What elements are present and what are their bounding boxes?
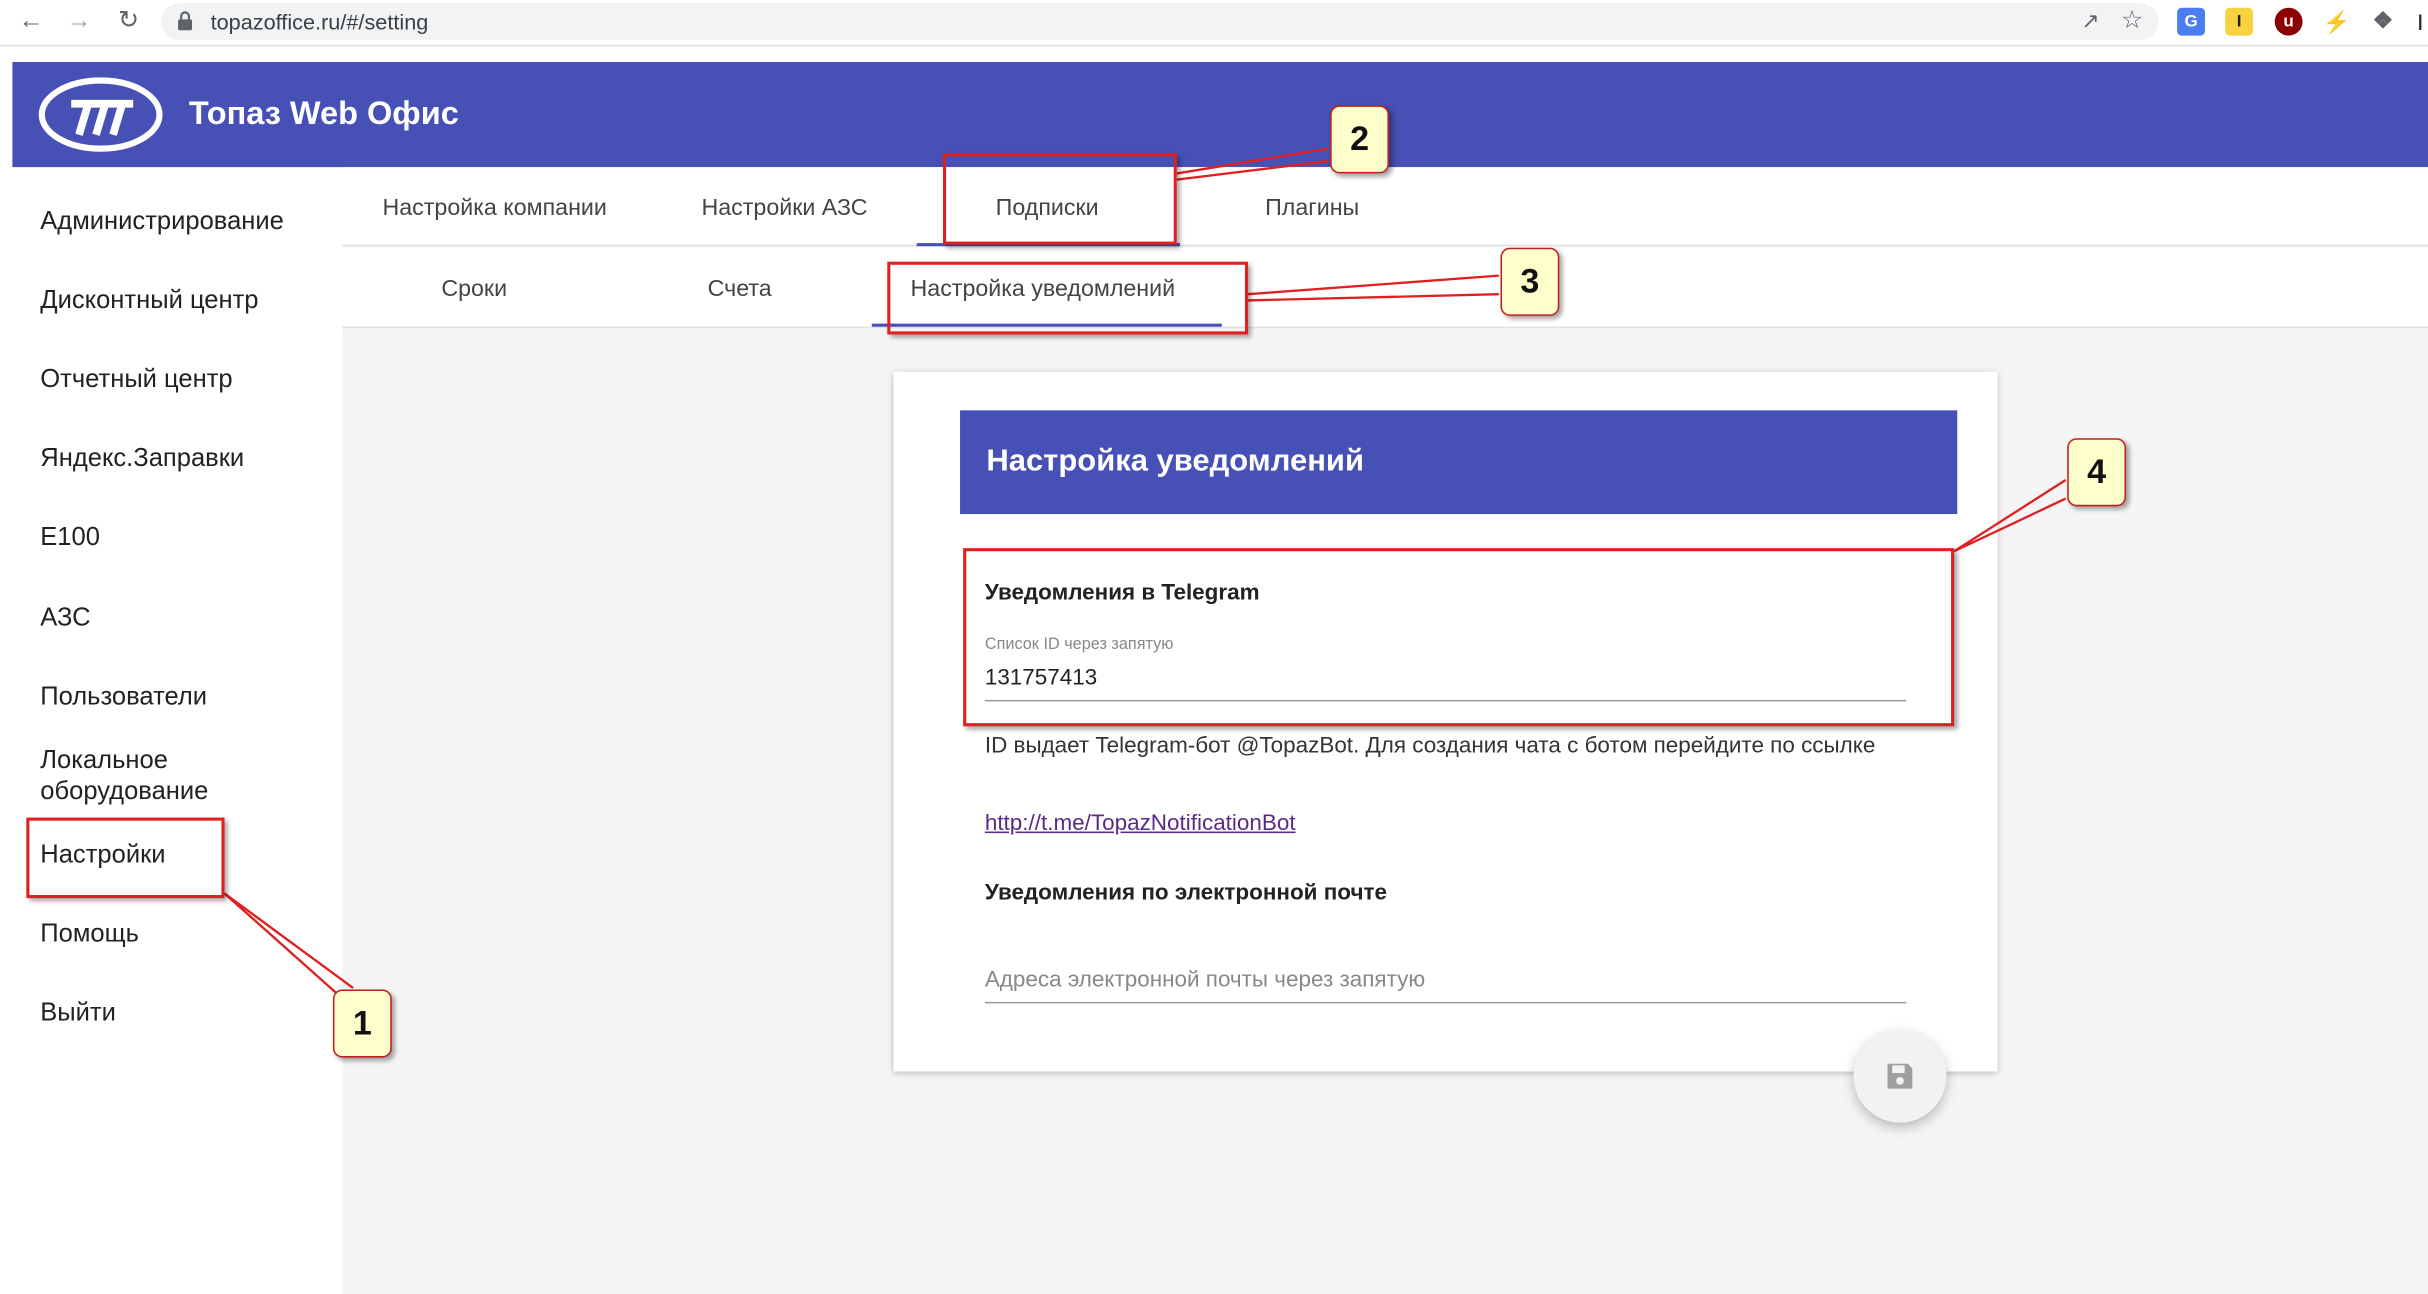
highlight-notification-subtab (887, 261, 1249, 335)
highlight-settings (26, 817, 225, 899)
email-addresses-input[interactable]: Адреса электронной почты через запятую (985, 968, 1425, 993)
email-addresses-underline (984, 1001, 1907, 1004)
app-title: Топаз Web Офис (188, 96, 459, 132)
tab-plugins[interactable]: Плагины (1265, 195, 1359, 221)
bolt-extension-icon[interactable]: ⚡ (2323, 8, 2351, 36)
address-bar[interactable]: topazoffice.ru/#/setting ↗ ☆ (161, 3, 2159, 41)
callout-4: 4 (2067, 438, 2127, 507)
reload-icon[interactable]: ↻ (111, 5, 145, 39)
yellow-extension-icon[interactable]: I (2225, 7, 2254, 36)
email-section-title: Уведомления по электронной почте (984, 881, 1387, 906)
sidebar-item-discount-center[interactable]: Дисконтный центр (40, 285, 258, 316)
sidebar-item-yandex-zapravki[interactable]: Яндекс.Заправки (40, 443, 244, 474)
profile-icon[interactable]: | (2413, 8, 2428, 36)
sidebar-item-e100[interactable]: E100 (40, 522, 100, 553)
callout-3: 3 (1500, 247, 1560, 316)
subscription-subtabs: Сроки Счета Настройка уведомлений (342, 247, 2428, 329)
sidebar-item-logout[interactable]: Выйти (40, 997, 116, 1028)
callout-2: 2 (1330, 105, 1389, 174)
tab-company-settings[interactable]: Настройка компании (382, 195, 606, 221)
forward-icon[interactable]: → (62, 5, 96, 39)
callout-1: 1 (332, 989, 392, 1058)
sidebar-item-report-center[interactable]: Отчетный центр (40, 364, 232, 395)
card-title: Настройка уведомлений (986, 444, 1364, 479)
main-content: Настройка компании Настройки АЗС Подписк… (342, 167, 2428, 1294)
app-header: Топаз Web Офис (12, 61, 2428, 168)
topaz-logo (38, 77, 163, 152)
extensions-puzzle-icon[interactable]: ❖ (2369, 8, 2397, 36)
telegram-help-text: ID выдает Telegram-бот @TopazBot. Для со… (984, 733, 1876, 759)
lock-icon (178, 11, 193, 31)
save-button[interactable] (1853, 1029, 1947, 1123)
telegram-bot-link[interactable]: http://t.me/TopazNotificationBot (985, 811, 1296, 836)
highlight-subscriptions-tab (943, 153, 1177, 245)
subtab-invoices[interactable]: Счета (708, 276, 772, 302)
bookmark-star-icon[interactable]: ☆ (2121, 5, 2143, 36)
settings-tabs: Настройка компании Настройки АЗС Подписк… (342, 167, 2428, 247)
sidebar-item-local-equipment[interactable]: Локальное оборудование (40, 745, 272, 807)
sidebar-item-users[interactable]: Пользователи (40, 681, 207, 712)
translate-extension-icon[interactable]: G (2177, 7, 2206, 36)
card-header: Настройка уведомлений (960, 410, 1958, 515)
sidebar-item-azs[interactable]: АЗС (40, 602, 90, 633)
share-icon[interactable]: ↗ (2082, 8, 2100, 34)
url-text: topazoffice.ru/#/setting (210, 9, 429, 35)
floppy-disk-icon (1887, 1063, 1913, 1089)
subtab-terms[interactable]: Сроки (441, 276, 507, 302)
sidebar: Администрирование Дисконтный центр Отчет… (12, 167, 343, 1294)
back-icon[interactable]: ← (14, 5, 48, 39)
sidebar-item-administration[interactable]: Администрирование (40, 206, 284, 237)
tab-azs-settings[interactable]: Настройки АЗС (701, 195, 867, 221)
sidebar-item-help[interactable]: Помощь (40, 918, 139, 949)
ublock-extension-icon[interactable]: u (2274, 7, 2303, 36)
highlight-telegram-section (963, 548, 1955, 727)
browser-toolbar: ← → ↻ topazoffice.ru/#/setting ↗ ☆ G I u… (0, 0, 2428, 47)
